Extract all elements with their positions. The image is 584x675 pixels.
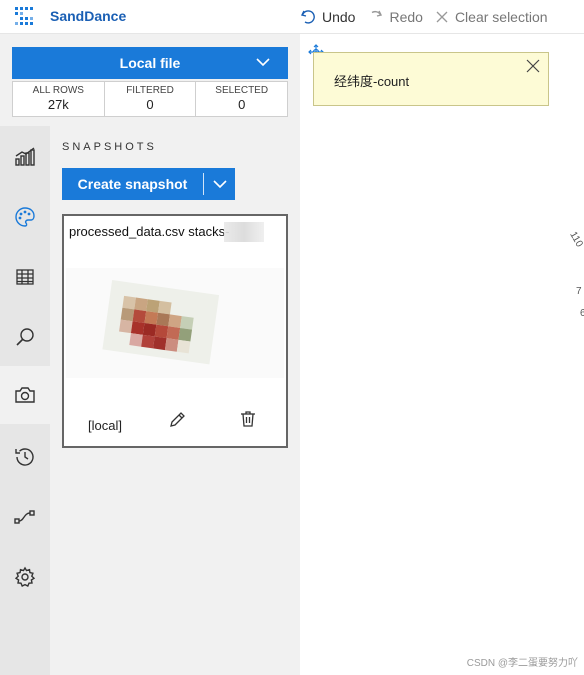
axis-tick-label: 7 bbox=[576, 286, 582, 297]
stat-selected[interactable]: SELECTED 0 bbox=[196, 82, 287, 116]
chevron-down-icon bbox=[212, 180, 227, 189]
close-icon[interactable] bbox=[526, 59, 540, 73]
sidebar-item-settings[interactable] bbox=[0, 548, 50, 606]
close-icon bbox=[436, 11, 448, 23]
data-source-dropdown[interactable]: Local file bbox=[12, 47, 288, 79]
gear-icon bbox=[14, 566, 36, 587]
snapshots-heading: SNAPSHOTS bbox=[62, 141, 157, 153]
snapshot-card[interactable]: processed_data.csv stacks- [local] bbox=[62, 214, 288, 448]
create-snapshot-label: Create snapshot bbox=[77, 176, 188, 192]
redacted-text bbox=[224, 222, 264, 242]
redo-icon bbox=[372, 10, 383, 17]
stat-filtered[interactable]: FILTERED 0 bbox=[105, 82, 197, 116]
stat-value: 0 bbox=[238, 97, 246, 112]
history-icon bbox=[15, 448, 34, 466]
sidebar-item-color[interactable] bbox=[0, 188, 50, 246]
top-bar: SandDance Undo Redo Clear selection bbox=[0, 0, 584, 34]
sidebar-item-table[interactable] bbox=[0, 248, 50, 306]
clear-selection-label: Clear selection bbox=[454, 9, 548, 25]
create-snapshot-menu-button[interactable] bbox=[204, 179, 235, 189]
data-source-label: Local file bbox=[119, 55, 181, 71]
trash-icon[interactable] bbox=[240, 410, 256, 428]
axis-label-popup: 经纬度-count bbox=[313, 52, 549, 106]
stat-all-rows[interactable]: ALL ROWS 27k bbox=[13, 82, 105, 116]
table-icon bbox=[16, 269, 34, 285]
snapshot-card-footer: [local] bbox=[64, 406, 286, 436]
redo-label: Redo bbox=[389, 9, 423, 25]
camera-icon bbox=[15, 387, 35, 403]
sidebar-item-transition[interactable] bbox=[0, 488, 50, 546]
palette-icon bbox=[15, 207, 35, 227]
create-snapshot-button[interactable]: Create snapshot bbox=[62, 168, 235, 200]
snapshot-source-tag: [local] bbox=[88, 418, 122, 433]
stat-value: 27k bbox=[47, 97, 69, 112]
split-divider bbox=[203, 173, 204, 195]
undo-icon bbox=[300, 10, 315, 24]
undo-label: Undo bbox=[322, 9, 356, 25]
sidebar-item-chart[interactable] bbox=[0, 128, 50, 186]
sidebar-item-snapshots[interactable] bbox=[0, 366, 50, 424]
chevron-down-icon bbox=[256, 58, 270, 67]
axis-tick-label: 6 bbox=[580, 308, 584, 319]
sidebar-item-history[interactable] bbox=[0, 428, 50, 486]
popup-text: 经纬度-count bbox=[334, 74, 410, 89]
toolbar: Undo Redo Clear selection bbox=[300, 0, 548, 34]
thumbnail-image bbox=[102, 280, 220, 365]
clear-selection-button[interactable]: Clear selection bbox=[435, 9, 548, 25]
redo-button[interactable]: Redo bbox=[367, 9, 423, 25]
axis-tick-label: 110 bbox=[567, 229, 584, 250]
stat-value: 0 bbox=[146, 97, 154, 112]
stat-label: ALL ROWS bbox=[32, 85, 84, 96]
stat-label: FILTERED bbox=[126, 85, 174, 96]
row-stats: ALL ROWS 27k FILTERED 0 SELECTED 0 bbox=[12, 81, 288, 117]
sidebar-item-search[interactable] bbox=[0, 308, 50, 366]
watermark: CSDN @李二蛋要努力吖 bbox=[466, 658, 578, 669]
chart-icon bbox=[15, 147, 35, 166]
search-icon bbox=[16, 328, 34, 346]
transition-icon bbox=[14, 510, 35, 524]
edit-icon[interactable] bbox=[168, 411, 186, 429]
sanddance-logo-icon bbox=[15, 7, 33, 25]
stat-label: SELECTED bbox=[215, 85, 269, 96]
sidebar-rail bbox=[0, 126, 50, 675]
app-title: SandDance bbox=[50, 8, 127, 24]
snapshot-thumbnail bbox=[66, 268, 284, 378]
undo-button[interactable]: Undo bbox=[300, 9, 355, 25]
